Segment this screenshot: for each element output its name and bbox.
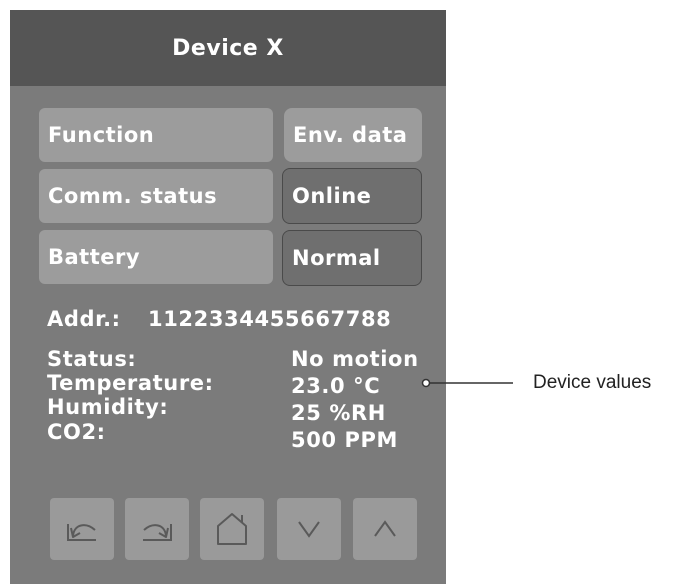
callout-leader (421, 378, 513, 388)
callout-label: Device values (533, 372, 652, 393)
callout-dot (421, 378, 431, 388)
